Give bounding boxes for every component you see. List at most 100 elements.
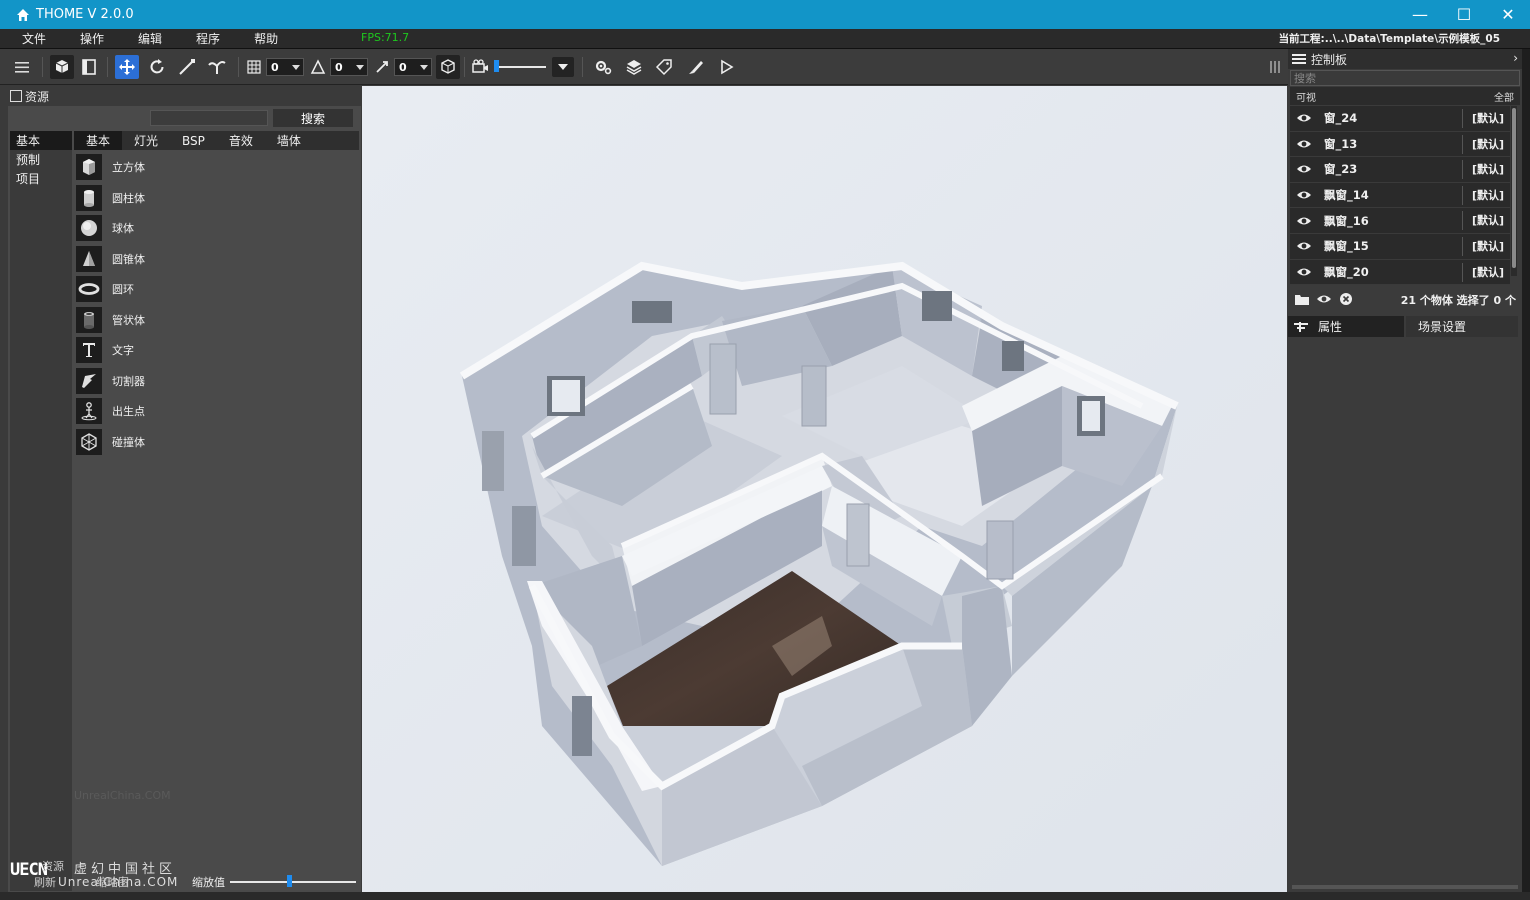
clear-icon[interactable]	[1338, 292, 1354, 306]
camera-speed-icon[interactable]	[468, 55, 492, 79]
asset-item-cutter[interactable]: 切割器	[76, 366, 356, 397]
fps-counter: FPS:71.7	[361, 31, 410, 44]
layers-icon[interactable]	[622, 55, 646, 79]
tube-icon	[84, 311, 94, 329]
2d-view-icon[interactable]	[77, 55, 101, 79]
category-project[interactable]: 项目	[10, 169, 72, 188]
asset-item-collider[interactable]: 碰撞体	[76, 427, 356, 458]
folder-icon[interactable]	[1294, 292, 1310, 306]
asset-item-cylinder[interactable]: 圆柱体	[76, 183, 356, 214]
asset-item-torus[interactable]: 圆环	[76, 274, 356, 305]
chevron-right-icon[interactable]: ›	[1513, 51, 1518, 65]
menu-edit[interactable]: 编辑	[138, 30, 162, 47]
grid-snap-icon[interactable]	[242, 55, 266, 79]
settings-gear-icon[interactable]	[591, 55, 615, 79]
angle-snap-icon[interactable]	[306, 55, 330, 79]
cutter-icon	[82, 373, 96, 388]
col-all[interactable]: 全部	[1494, 89, 1514, 104]
zoom-slider-handle[interactable]	[287, 875, 292, 887]
list-item[interactable]: 飘窗_16 [默认]	[1290, 208, 1510, 234]
eye-icon[interactable]	[1296, 112, 1312, 124]
tab-bsp[interactable]: BSP	[170, 131, 217, 150]
play-icon[interactable]	[714, 55, 738, 79]
resource-footer: 缩放值	[8, 871, 361, 892]
zoom-slider[interactable]	[230, 881, 356, 883]
control-panel: 控制板 › 搜索 可视 全部 窗_24 [默认] 窗_13 [默认] 窗_23 …	[1288, 49, 1522, 892]
panel-toggle-icon[interactable]	[1265, 55, 1285, 79]
maximize-button[interactable]: ☐	[1442, 0, 1486, 29]
asset-label: 圆环	[112, 283, 134, 297]
asset-item-text[interactable]: 文字	[76, 335, 356, 366]
home-icon	[17, 8, 29, 21]
grid-snap-select[interactable]: 0	[266, 58, 304, 76]
eye-icon[interactable]	[1296, 215, 1312, 227]
tab-basic[interactable]: 基本	[74, 131, 123, 150]
asset-item-cube[interactable]: 立方体	[76, 152, 356, 183]
object-tag: [默认]	[1471, 137, 1504, 151]
hamburger-menu-icon[interactable]	[10, 55, 34, 79]
list-item[interactable]: 窗_13 [默认]	[1290, 131, 1510, 158]
category-basic[interactable]: 基本	[10, 131, 72, 150]
scale-snap-icon[interactable]	[370, 55, 394, 79]
list-item[interactable]: 飘窗_14 [默认]	[1290, 182, 1510, 209]
camera-box-icon[interactable]	[436, 55, 460, 79]
minimize-button[interactable]: —	[1398, 0, 1442, 29]
list-item[interactable]: 窗_23 [默认]	[1290, 157, 1510, 183]
zoom-label: 缩放值	[192, 876, 225, 889]
menu-operate[interactable]: 操作	[80, 30, 104, 47]
category-prefab[interactable]: 预制	[10, 150, 72, 169]
eye-icon[interactable]	[1296, 138, 1312, 150]
camera-speed-slider-handle[interactable]	[494, 60, 499, 72]
list-item[interactable]: 飘窗_20 [默认]	[1290, 259, 1510, 286]
asset-item-sphere[interactable]: 球体	[76, 213, 356, 244]
tab-wall[interactable]: 墙体	[265, 131, 313, 150]
asset-item-cone[interactable]: 圆锥体	[76, 244, 356, 275]
tag-icon[interactable]	[652, 55, 676, 79]
asset-item-spawn-point[interactable]: 出生点	[76, 396, 356, 427]
window-right-edge	[1522, 49, 1530, 892]
tab-properties[interactable]: 属性	[1288, 316, 1404, 337]
resource-search-button[interactable]: 搜索	[273, 109, 353, 127]
camera-speed-slider[interactable]	[494, 66, 546, 68]
rotate-tool-icon[interactable]	[145, 55, 169, 79]
camera-speed-dropdown[interactable]	[552, 57, 574, 77]
tab-audio[interactable]: 音效	[217, 131, 265, 150]
sphere-icon	[81, 220, 97, 237]
list-item[interactable]: 飘窗_15 [默认]	[1290, 233, 1510, 260]
angle-snap-select[interactable]: 0	[330, 58, 368, 76]
list-item[interactable]: 窗_24 [默认]	[1290, 106, 1510, 132]
scale-snap-select[interactable]: 0	[394, 58, 432, 76]
close-button[interactable]: ✕	[1486, 0, 1530, 29]
tab-light[interactable]: 灯光	[122, 131, 170, 150]
control-panel-header: 控制板 ›	[1288, 49, 1522, 69]
object-list-scrollbar[interactable]	[1511, 106, 1517, 276]
place-tool-icon[interactable]	[205, 55, 229, 79]
3d-viewport[interactable]	[362, 86, 1287, 892]
eye-icon[interactable]	[1296, 189, 1312, 201]
eye-icon[interactable]	[1316, 292, 1332, 306]
tab-properties-label: 属性	[1318, 320, 1343, 334]
object-search-input[interactable]: 搜索	[1290, 70, 1520, 86]
eye-icon[interactable]	[1296, 266, 1312, 278]
list-icon	[1292, 54, 1306, 64]
move-tool-icon[interactable]	[115, 55, 139, 79]
menu-program[interactable]: 程序	[196, 30, 220, 47]
3d-view-icon[interactable]	[50, 55, 74, 79]
brush-icon[interactable]	[684, 55, 708, 79]
object-tag: [默认]	[1471, 188, 1504, 202]
menu-file[interactable]: 文件	[22, 30, 46, 47]
tab-scene-settings[interactable]: 场景设置	[1406, 316, 1518, 337]
col-visible[interactable]: 可视	[1296, 89, 1316, 104]
resource-search-input[interactable]	[150, 110, 268, 126]
eye-icon[interactable]	[1296, 163, 1312, 175]
eye-icon[interactable]	[1296, 240, 1312, 252]
menu-help[interactable]: 帮助	[254, 30, 278, 47]
cube-icon	[83, 159, 95, 176]
object-count: 21 个物体 选择了 0 个	[1400, 294, 1516, 307]
scale-tool-icon[interactable]	[175, 55, 199, 79]
spawn-point-icon	[81, 402, 97, 421]
properties-scrollbar[interactable]	[1292, 885, 1518, 889]
object-tag: [默认]	[1471, 239, 1504, 253]
asset-label: 出生点	[112, 405, 145, 419]
asset-item-tube[interactable]: 管状体	[76, 305, 356, 336]
